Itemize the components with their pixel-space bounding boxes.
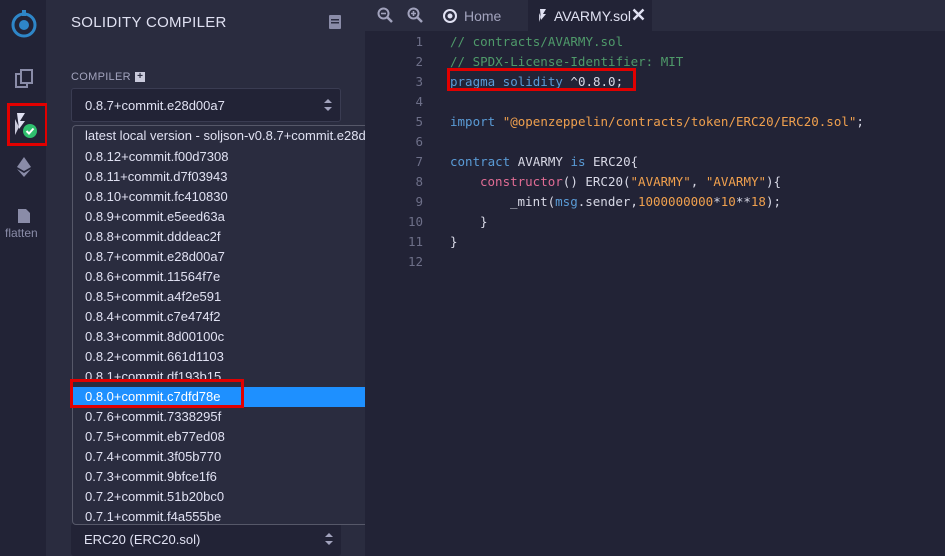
line-number: 9 [415, 194, 423, 209]
code-token: 18 [750, 194, 766, 209]
contract-select[interactable]: ERC20 (ERC20.sol) [71, 523, 341, 556]
selected-version-highlight [70, 379, 244, 408]
code-line-8: constructor() ERC20("AVARMY", "AVARMY"){ [480, 174, 781, 189]
compiler-icon-highlight [7, 103, 48, 146]
remix-logo-icon[interactable] [0, 6, 47, 44]
add-compiler-icon[interactable]: + [135, 72, 145, 82]
select-updown-icon [325, 533, 333, 545]
panel-title: SOLIDITY COMPILER [71, 14, 227, 31]
code-token: ; [856, 114, 864, 129]
code-line-10: } [480, 214, 488, 229]
line-number: 5 [415, 114, 423, 129]
line-number: 6 [415, 134, 423, 149]
code-token: 10 [720, 194, 736, 209]
code-line-2: // SPDX-License-Identifier: MIT [450, 54, 684, 69]
code-line-7: contract AVARMY is ERC20{ [450, 154, 638, 169]
line-number: 7 [415, 154, 423, 169]
tab-home-label: Home [464, 7, 502, 24]
code-token: ){ [766, 174, 782, 189]
code-token: () ERC20( [562, 174, 631, 189]
documentation-icon[interactable] [329, 15, 341, 34]
tab-avarmy-sol[interactable]: AVARMY.sol [528, 0, 652, 31]
tab-avarmy-label: AVARMY.sol [554, 7, 632, 24]
code-token: AVARMY [510, 154, 571, 169]
deploy-run-icon[interactable] [0, 154, 47, 180]
zoom-out-icon[interactable] [377, 7, 393, 28]
flattener-icon[interactable] [0, 206, 47, 226]
code-token: contract [450, 154, 511, 169]
line-number: 11 [407, 234, 423, 249]
code-token: .sender, [577, 194, 638, 209]
code-token: "AVARMY" [705, 174, 767, 189]
code-token: is [570, 154, 586, 169]
code-token: "AVARMY" [630, 174, 691, 189]
code-token: import [450, 114, 496, 129]
code-token: _mint( [510, 194, 556, 209]
code-token: ERC20{ [585, 154, 639, 169]
compiler-label: COMPILER [71, 71, 131, 83]
code-token: 1000000000 [637, 194, 714, 209]
close-tab-icon[interactable] [632, 8, 645, 24]
code-token: constructor [480, 174, 563, 189]
code-token: ); [765, 194, 781, 209]
code-editor[interactable]: 1 2 3 4 5 6 7 8 9 10 11 12 // contracts/… [365, 31, 945, 556]
contract-select-value: ERC20 (ERC20.sol) [84, 532, 201, 547]
zoom-in-icon[interactable] [407, 7, 423, 28]
compiler-version-value: 0.8.7+commit.e28d00a7 [85, 97, 225, 113]
line-number: 3 [415, 74, 423, 89]
line-number: 4 [415, 94, 423, 109]
flatten-plugin-label: flatten [5, 226, 38, 240]
file-explorer-icon[interactable] [0, 64, 47, 94]
code-token: "@openzeppelin/contracts/token/ERC20/ERC… [502, 114, 857, 129]
line-number: 2 [415, 54, 423, 69]
line-number: 8 [415, 174, 423, 189]
code-token: * [713, 194, 721, 209]
code-line-11: } [450, 234, 458, 249]
line-number: 12 [407, 254, 423, 269]
code-line-9: _mint(msg.sender,1000000000*10**18); [510, 194, 781, 209]
compiler-version-select[interactable]: 0.8.7+commit.e28d00a7 [71, 88, 341, 122]
line-number: 10 [407, 214, 423, 229]
code-token: ** [735, 194, 751, 209]
code-line-5: import "@openzeppelin/contracts/token/ER… [450, 114, 864, 129]
pragma-line-highlight [447, 68, 636, 91]
tab-home[interactable]: Home [432, 0, 528, 31]
code-line-1: // contracts/AVARMY.sol [450, 34, 624, 49]
line-number: 1 [415, 34, 423, 49]
code-token: , [690, 174, 706, 189]
editor-tab-bar: Home AVARMY.sol [365, 0, 945, 31]
icon-rail: flatten [0, 0, 47, 556]
code-token: msg [555, 194, 578, 209]
select-updown-icon [324, 99, 332, 111]
solidity-file-icon [539, 8, 546, 22]
remix-home-icon [443, 8, 457, 23]
